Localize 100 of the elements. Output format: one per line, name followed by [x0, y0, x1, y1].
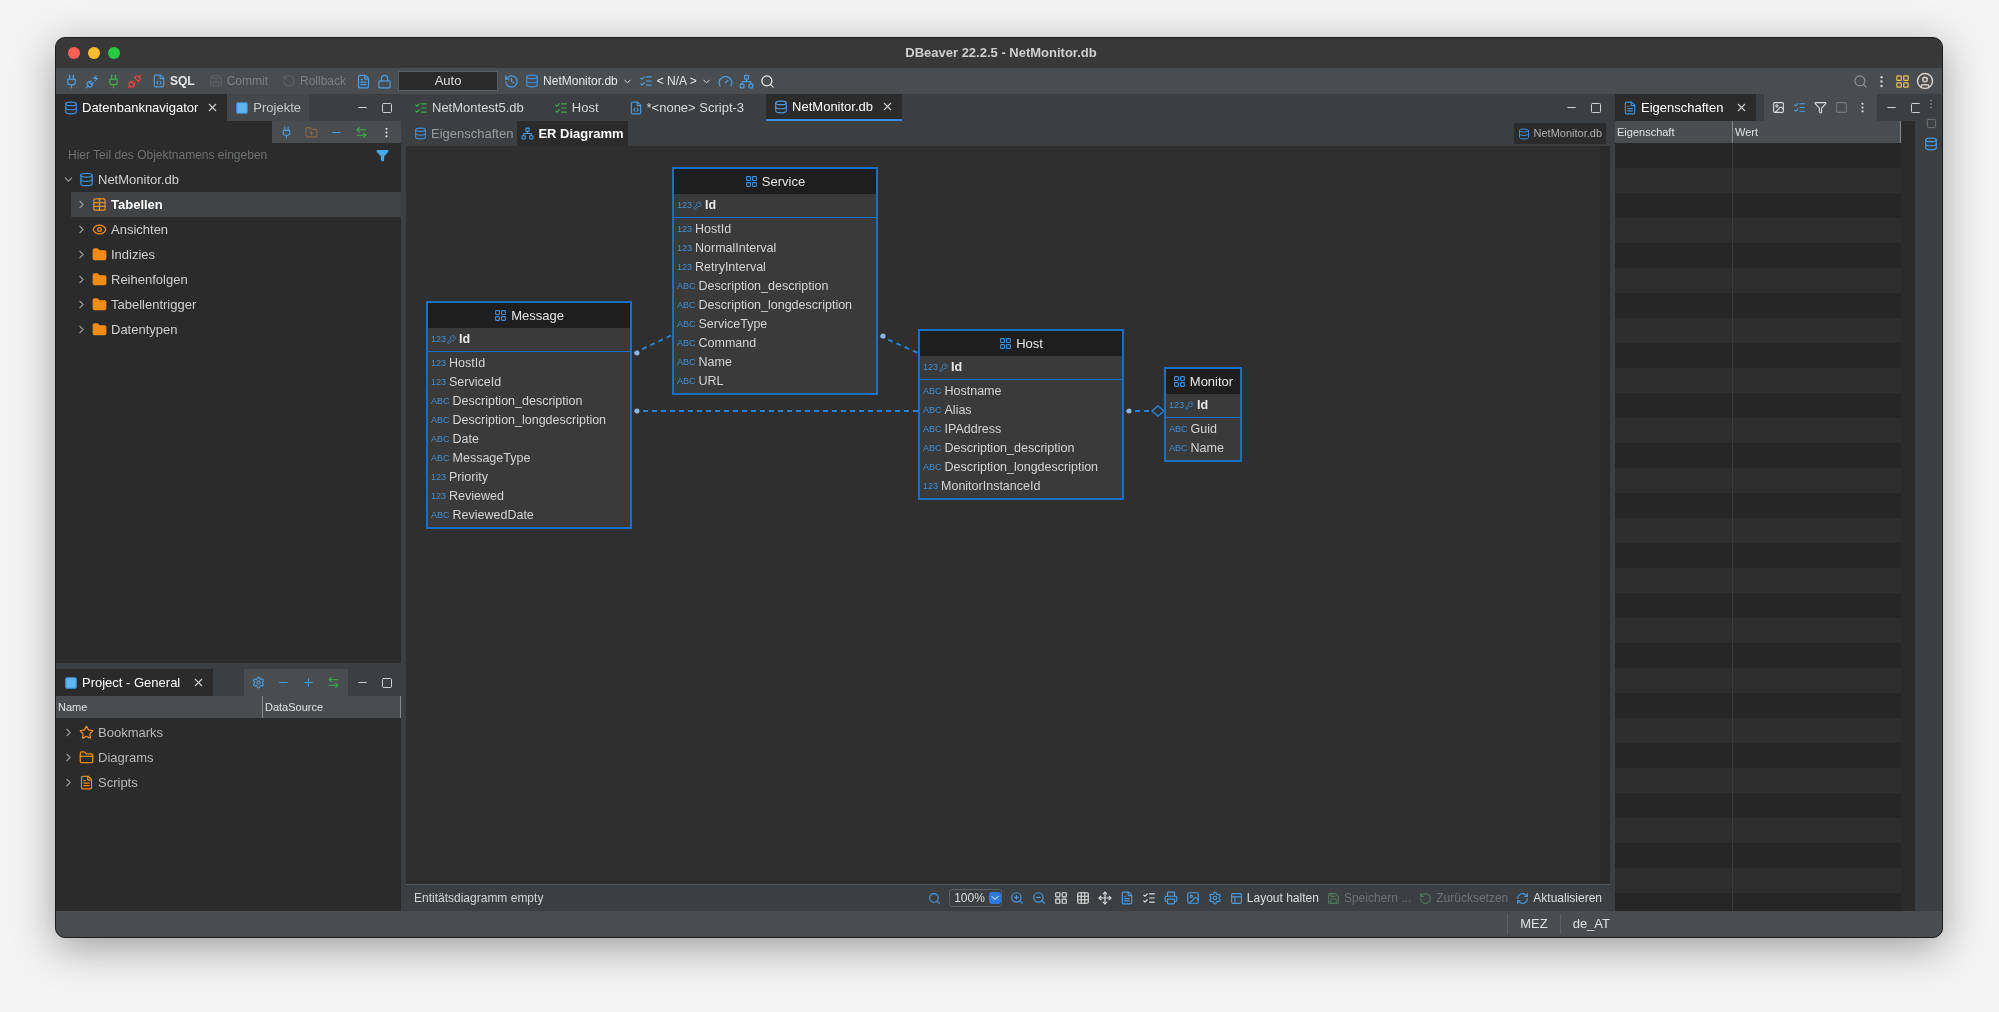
- maximize-icon[interactable]: [381, 101, 393, 114]
- caret-icon[interactable]: [988, 892, 1001, 904]
- link-icon[interactable]: [327, 676, 340, 689]
- plug-icon[interactable]: [64, 73, 79, 89]
- gear-icon[interactable]: [252, 676, 265, 689]
- transaction-mode-field[interactable]: Auto: [398, 71, 499, 91]
- avatar-icon[interactable]: [1916, 72, 1934, 90]
- column-name: Hostname: [944, 383, 1002, 401]
- tree-item[interactable]: Datentypen: [71, 317, 401, 342]
- minimize-window-button[interactable]: [88, 47, 100, 59]
- key-icon: [939, 363, 949, 372]
- image-icon[interactable]: [1772, 101, 1786, 114]
- database-icon[interactable]: [1924, 137, 1938, 151]
- type-icon: ABC: [1169, 424, 1188, 435]
- panel-tab[interactable]: Project - General: [56, 669, 214, 696]
- maximize-icon[interactable]: [381, 676, 393, 689]
- hierarchy-icon[interactable]: [738, 73, 754, 89]
- unplug-icon[interactable]: [127, 73, 142, 89]
- tree-item[interactable]: Tabellentrigger: [71, 292, 401, 317]
- type-icon: 123: [431, 377, 447, 388]
- tree-item[interactable]: Indizies: [71, 242, 401, 267]
- type-icon: ABC: [431, 396, 450, 407]
- plug-icon[interactable]: [280, 125, 293, 139]
- sql-editor-button[interactable]: SQL: [148, 70, 199, 92]
- column-name: Id: [1197, 397, 1209, 415]
- entity-box[interactable]: Service 123 Id 123 HostId 123 NormalInterval 123 RetryInterval ABC Description_description ABC Description_longdescription ABC ServiceType ABC Command ABC Name ABC URL: [672, 167, 878, 395]
- schema-selector[interactable]: < N/A >: [638, 72, 712, 90]
- entity-box[interactable]: Message 123 Id 123 HostId 123 ServiceId ABC Description_description ABC Description_longdescription ABC Date ABC MessageType 123 Priority 123 Reviewed ABC ReviewedDate: [426, 301, 632, 529]
- column-name: URL: [698, 373, 724, 391]
- tree-item[interactable]: Scripts: [58, 770, 401, 795]
- column-name: Name: [698, 354, 732, 372]
- list-icon: [553, 100, 568, 115]
- gauge-icon[interactable]: [717, 73, 733, 89]
- toolbar-button[interactable]: Layout halten: [1229, 889, 1319, 907]
- table-icon: [744, 175, 758, 188]
- database-icon: [1517, 127, 1530, 140]
- zoom-window-button[interactable]: [108, 47, 120, 59]
- tree-item[interactable]: NetMonitor.db: [58, 167, 401, 192]
- editor-tab[interactable]: NetMontest5.db: [406, 94, 532, 121]
- layout-icon[interactable]: [1053, 891, 1068, 905]
- column-name: Id: [459, 331, 471, 349]
- plug-icon[interactable]: [106, 73, 121, 89]
- zoom-out-icon[interactable]: [1031, 891, 1046, 905]
- image-icon[interactable]: [1185, 891, 1200, 905]
- column-name: ServiceType: [698, 316, 768, 334]
- database-icon: [414, 127, 427, 140]
- restore-icon[interactable]: [1925, 118, 1937, 129]
- type-icon: 123: [923, 481, 939, 492]
- type-icon: 123: [677, 200, 693, 211]
- column-header[interactable]: Name: [56, 696, 263, 718]
- panel-tab[interactable]: Eigenschaften: [1615, 94, 1757, 121]
- tree-item[interactable]: Tabellen: [71, 192, 401, 217]
- plus-icon[interactable]: [302, 676, 315, 689]
- entity-box[interactable]: Monitor 123 Id ABC Guid ABC Name: [1164, 367, 1242, 462]
- maximize-icon[interactable]: [1590, 101, 1602, 114]
- table-icon: [1172, 375, 1186, 388]
- column-name: ServiceId: [449, 374, 502, 392]
- entity-box[interactable]: Host 123 Id ABC Hostname ABC Alias ABC IPAddress ABC Description_description ABC Description_longdescription 123 MonitorInstanceId: [918, 329, 1124, 500]
- grid-icon[interactable]: [1075, 891, 1090, 905]
- editor-subtab[interactable]: Eigenschaften: [410, 121, 518, 146]
- column-name: NormalInterval: [695, 240, 777, 258]
- filter-icon[interactable]: [376, 148, 389, 162]
- gear-icon[interactable]: [1207, 891, 1222, 905]
- editor-tab[interactable]: Host: [545, 94, 607, 121]
- lock-icon[interactable]: [377, 73, 393, 89]
- link-icon[interactable]: [355, 125, 368, 139]
- search-icon[interactable]: [928, 891, 942, 905]
- history-icon[interactable]: [504, 73, 520, 89]
- zoom-in-icon[interactable]: [1009, 891, 1024, 905]
- move-icon[interactable]: [1097, 891, 1112, 905]
- filter-field[interactable]: Hier Teil des Objektnamens eingeben: [68, 146, 372, 164]
- document-icon: [152, 74, 166, 88]
- close-window-button[interactable]: [68, 47, 80, 59]
- key-icon: [447, 335, 457, 344]
- zoom-field[interactable]: 100%: [949, 889, 1002, 907]
- tree-item[interactable]: Ansichten: [71, 217, 401, 242]
- tree-item[interactable]: Diagrams: [58, 745, 401, 770]
- text-format-icon[interactable]: [356, 73, 372, 89]
- datasource-selector[interactable]: NetMonitor.db: [525, 72, 633, 90]
- table-icon: [92, 197, 107, 212]
- column-name: IPAddress: [944, 421, 1002, 439]
- document-icon[interactable]: [1119, 891, 1134, 905]
- printer-icon[interactable]: [1163, 891, 1178, 905]
- column-name: Description_description: [698, 278, 829, 296]
- panel-tab[interactable]: Projekte: [227, 94, 310, 121]
- panel-tab[interactable]: Datenbanknavigator: [56, 94, 228, 121]
- datasource-name: NetMonitor.db: [1533, 126, 1602, 142]
- tree-item[interactable]: Bookmarks: [58, 720, 401, 745]
- list-icon[interactable]: [1141, 891, 1156, 905]
- script-icon: [628, 100, 643, 115]
- tree-item[interactable]: Reihenfolgen: [71, 267, 401, 292]
- editor-tab[interactable]: *<none> Script-3: [620, 94, 753, 121]
- column-header[interactable]: DataSource: [263, 696, 401, 718]
- editor-subtab[interactable]: ER Diagramm: [517, 121, 628, 146]
- type-icon: ABC: [677, 376, 696, 387]
- status-text: Entitätsdiagramm empty: [414, 890, 544, 907]
- search-icon[interactable]: [759, 73, 775, 89]
- editor-tab[interactable]: NetMonitor.db: [766, 94, 903, 121]
- plug-icon[interactable]: [85, 73, 100, 89]
- toolbar-button[interactable]: Aktualisieren: [1516, 889, 1602, 907]
